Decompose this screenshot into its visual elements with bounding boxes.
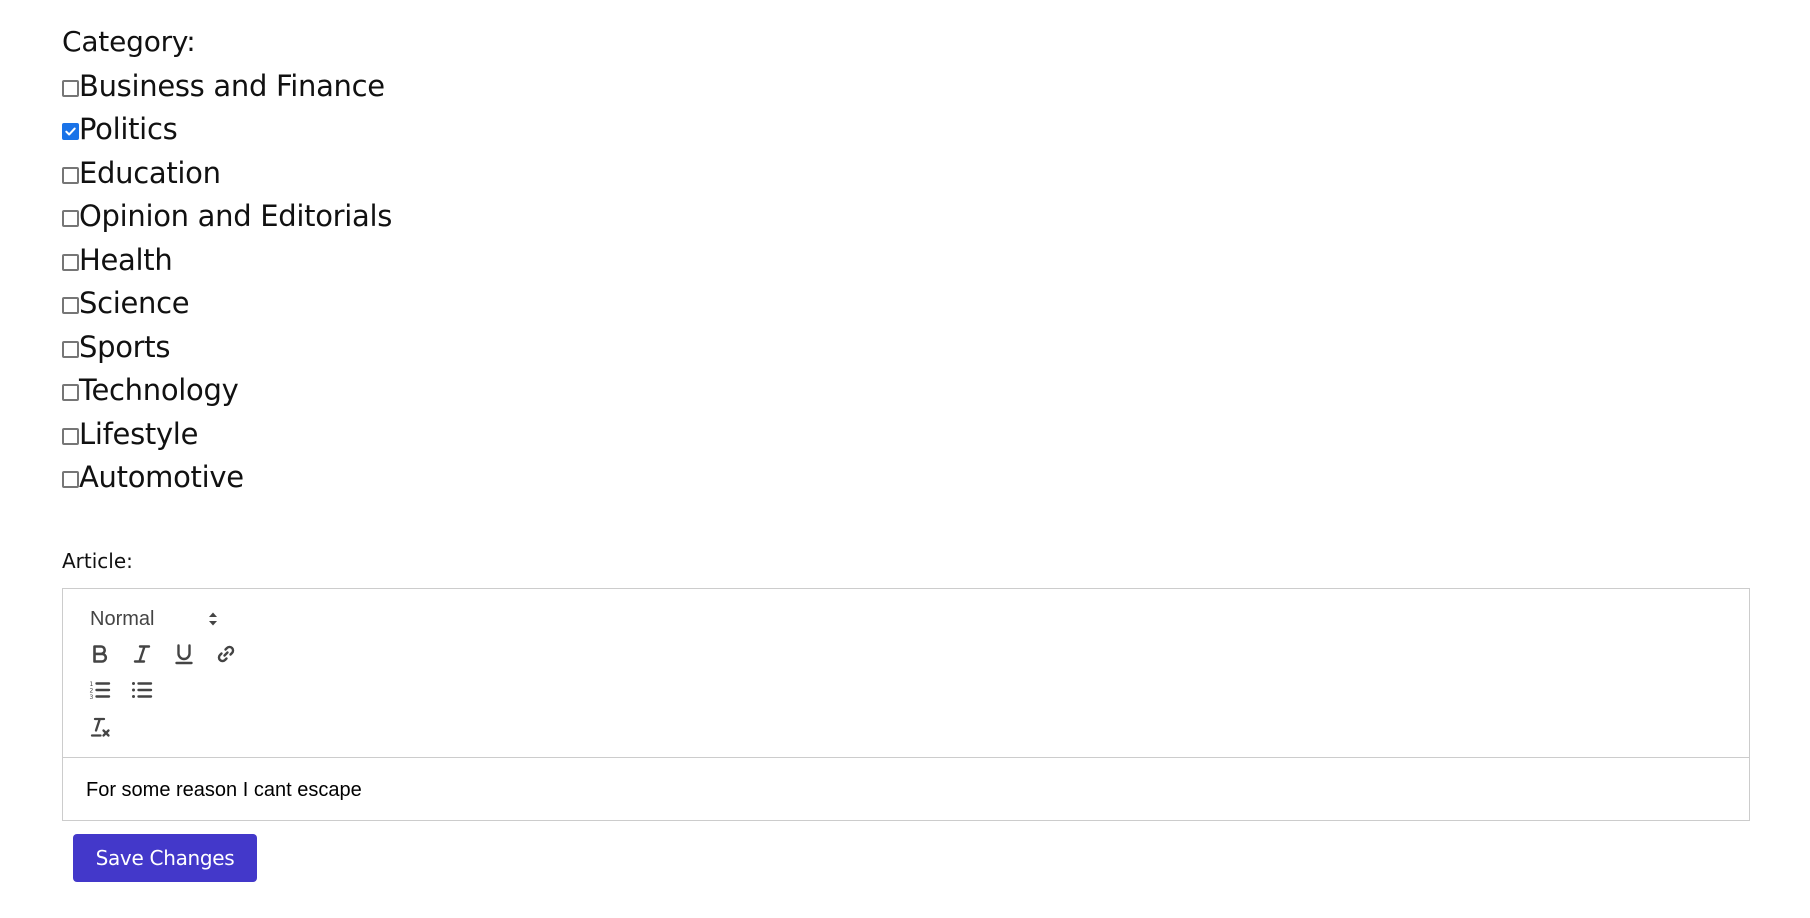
italic-button[interactable]: [125, 638, 167, 670]
category-checkbox[interactable]: [62, 166, 79, 184]
toolbar-format-group: [83, 638, 251, 670]
category-item-sports[interactable]: Sports: [62, 325, 392, 369]
category-item-label: Technology: [79, 373, 239, 408]
category-item-label: Health: [79, 242, 173, 277]
editor-content-area[interactable]: For some reason I cant escape: [63, 758, 1749, 821]
bold-icon: [93, 645, 108, 663]
category-item-technology[interactable]: Technology: [62, 369, 392, 413]
save-changes-button[interactable]: Save Changes: [73, 834, 257, 882]
bullet-list-button[interactable]: [125, 674, 167, 706]
rich-text-editor: Normal 1 2 3 For some reason I cant esca…: [62, 588, 1750, 821]
category-item-label: Education: [79, 155, 221, 190]
category-checkbox[interactable]: [62, 253, 79, 271]
bold-button[interactable]: [83, 638, 125, 670]
category-checkbox[interactable]: [62, 123, 79, 141]
clear-format-button[interactable]: [83, 711, 125, 743]
category-item-business-and-finance[interactable]: Business and Finance: [62, 64, 392, 108]
category-checkbox[interactable]: [62, 340, 79, 358]
category-list: Business and Finance Politics Education …: [62, 64, 392, 499]
category-checkbox[interactable]: [62, 79, 79, 97]
article-label: Article:: [62, 549, 133, 573]
article-edit-page: Category: Business and Finance Politics …: [0, 0, 1810, 918]
category-item-label: Science: [79, 286, 190, 321]
category-item-health[interactable]: Health: [62, 238, 392, 282]
category-item-label: Politics: [79, 112, 178, 147]
header-format-value: Normal: [90, 607, 155, 630]
category-checkbox[interactable]: [62, 210, 79, 228]
category-item-science[interactable]: Science: [62, 282, 392, 326]
link-icon: [217, 645, 235, 663]
select-arrows-icon: [209, 612, 217, 626]
category-item-lifestyle[interactable]: Lifestyle: [62, 412, 392, 456]
svg-text:3: 3: [90, 694, 94, 701]
category-item-label: Business and Finance: [79, 68, 385, 103]
italic-icon: [133, 645, 151, 663]
category-item-label: Opinion and Editorials: [79, 199, 393, 234]
category-label: Category:: [62, 25, 196, 58]
category-item-opinion-and-editorials[interactable]: Opinion and Editorials: [62, 195, 392, 239]
category-item-label: Sports: [79, 329, 171, 364]
toolbar-list-group: 1 2 3: [83, 674, 167, 706]
clear-format-icon: [90, 717, 110, 737]
ordered-list-button[interactable]: 1 2 3: [83, 674, 125, 706]
category-item-label: Automotive: [79, 460, 244, 495]
bullet-list-icon: [132, 682, 153, 698]
underline-icon: [175, 644, 193, 665]
category-checkbox[interactable]: [62, 297, 79, 315]
link-button[interactable]: [209, 638, 251, 670]
category-checkbox[interactable]: [62, 384, 79, 402]
category-item-label: Lifestyle: [79, 416, 199, 451]
category-item-automotive[interactable]: Automotive: [62, 456, 392, 500]
header-format-select[interactable]: Normal: [83, 605, 219, 633]
editor-toolbar: Normal 1 2 3: [63, 589, 1749, 758]
ordered-list-icon: 1 2 3: [90, 681, 111, 701]
underline-button[interactable]: [167, 638, 209, 670]
category-item-politics[interactable]: Politics: [62, 108, 392, 152]
category-checkbox[interactable]: [62, 427, 79, 445]
toolbar-clean-group: [83, 711, 125, 743]
category-checkbox[interactable]: [62, 471, 79, 489]
category-item-education[interactable]: Education: [62, 151, 392, 195]
